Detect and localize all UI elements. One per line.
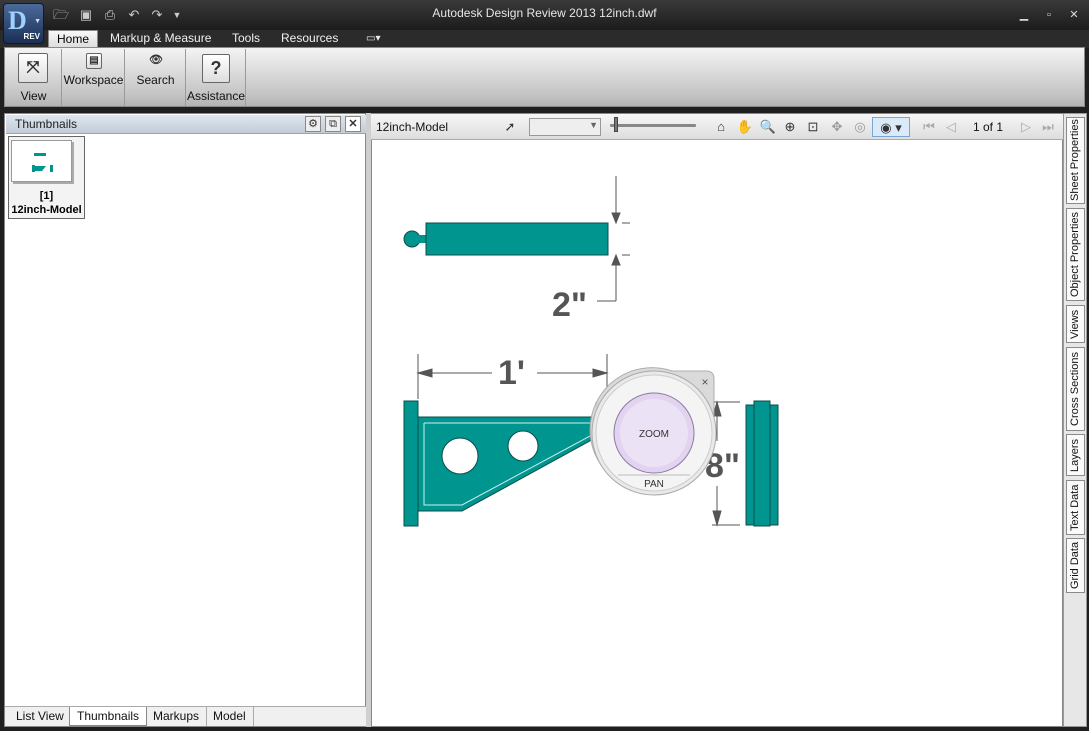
zoom-slider-thumb[interactable] — [614, 117, 618, 132]
tab-markup-measure[interactable]: Markup & Measure — [102, 30, 219, 48]
tab-grid-data[interactable]: Grid Data — [1066, 538, 1085, 593]
tab-thumbnails[interactable]: Thumbnails — [69, 707, 148, 726]
dimension-label-1ft: 1' — [498, 354, 525, 392]
thumbnail-preview — [11, 140, 72, 182]
thumbnail-index: [1] — [39, 190, 54, 202]
tab-layers[interactable]: Layers — [1066, 434, 1085, 476]
maximize-icon[interactable]: ▫ — [1039, 6, 1059, 24]
tab-sheet-properties[interactable]: Sheet Properties — [1066, 117, 1085, 204]
minimize-icon[interactable]: ▁ — [1014, 6, 1034, 24]
zoom-rectangle-icon[interactable]: ⊕ — [780, 117, 800, 137]
home-icon[interactable]: ⌂ — [711, 117, 731, 137]
close-palette-icon[interactable]: ✕ — [345, 116, 361, 132]
thumbnail-name: 12inch-Model — [11, 204, 82, 216]
undo-icon[interactable]: ↶ — [125, 6, 143, 24]
wheel-pan-label[interactable]: PAN — [644, 479, 664, 490]
print-icon[interactable]: ⎙ — [101, 6, 119, 24]
tab-object-properties[interactable]: Object Properties — [1066, 208, 1085, 301]
workspace-icon: ▤ — [86, 53, 102, 69]
zoom-slider-track[interactable] — [610, 124, 696, 127]
page-indicator: 1 of 1 — [972, 120, 1004, 134]
orbit-icon[interactable]: ✥ — [827, 117, 847, 137]
redo-icon[interactable]: ↷ — [148, 6, 166, 24]
top-rod-part — [403, 222, 609, 256]
tab-markups[interactable]: Markups — [146, 707, 208, 726]
customize-dropdown-icon[interactable]: ▼ — [168, 6, 186, 24]
cad-drawing: 2" 1' 8" ZOOM PAN × — [403, 176, 779, 527]
wheel-close-icon[interactable]: × — [701, 375, 708, 389]
search-button-label: Search — [136, 73, 175, 87]
select-icon[interactable]: ➚ — [500, 117, 520, 137]
view-button-label: View — [20, 89, 47, 103]
zoom-combo[interactable]: ▼ — [529, 118, 601, 136]
side-view-part — [745, 400, 779, 527]
workspace-button[interactable]: ▤ Workspace — [63, 49, 125, 106]
workspace-button-label: Workspace — [63, 73, 124, 87]
tab-resources[interactable]: Resources — [273, 30, 346, 48]
last-page-icon[interactable]: ⏭ — [1038, 117, 1058, 137]
wheel-zoom-label[interactable]: ZOOM — [639, 429, 669, 440]
chevron-down-icon: ▼ — [34, 18, 41, 25]
binoculars-icon: 👁 — [149, 54, 163, 66]
search-button[interactable]: 👁 Search — [126, 49, 186, 106]
zoom-icon[interactable]: 🔍 — [758, 117, 778, 137]
first-page-icon[interactable]: ⏮ — [919, 117, 939, 137]
assistance-button-label: Assistance — [187, 89, 246, 103]
tab-tools[interactable]: Tools — [224, 30, 268, 48]
previous-page-icon[interactable]: ◁ — [941, 117, 961, 137]
tab-home[interactable]: Home — [48, 30, 99, 48]
help-icon: ? — [202, 54, 230, 83]
next-page-icon[interactable]: ▷ — [1016, 117, 1036, 137]
fit-to-window-icon[interactable]: ⊡ — [803, 117, 823, 137]
turntable-icon[interactable]: ◎ — [850, 117, 870, 137]
dimension-label-2in: 2" — [552, 286, 587, 324]
view-button[interactable]: ⤧ View — [6, 49, 62, 106]
close-icon[interactable]: ✕ — [1064, 6, 1084, 24]
application-menu-button[interactable]: D ▼ REV — [3, 3, 44, 44]
ribbon-minimize-icon[interactable]: ▭▾ — [358, 30, 388, 48]
tab-views[interactable]: Views — [1066, 305, 1085, 343]
assistance-button[interactable]: ? Assistance — [187, 49, 246, 106]
chevron-down-icon: ▼ — [589, 120, 598, 130]
tab-list-view[interactable]: List View — [9, 707, 72, 726]
steering-wheel-button[interactable]: ◉ ▾ — [872, 117, 910, 137]
thumbnail-options-icon[interactable]: ⚙ — [305, 116, 321, 132]
dock-icon[interactable]: ⧉ — [325, 116, 341, 132]
tab-text-data[interactable]: Text Data — [1066, 480, 1085, 535]
sheet-title: 12inch-Model — [376, 120, 449, 134]
save-icon[interactable]: ▣ — [77, 6, 95, 24]
pan-hand-icon[interactable]: ✋ — [735, 117, 755, 137]
folder-open-icon[interactable]: 🗁 — [52, 6, 70, 24]
tab-cross-sections[interactable]: Cross Sections — [1066, 347, 1085, 431]
fit-view-icon: ⤧ — [18, 53, 48, 83]
tab-model[interactable]: Model — [206, 707, 254, 726]
bracket-part — [403, 400, 609, 527]
thumbnail-drawing — [32, 153, 53, 172]
app-badge: REV — [23, 32, 40, 41]
